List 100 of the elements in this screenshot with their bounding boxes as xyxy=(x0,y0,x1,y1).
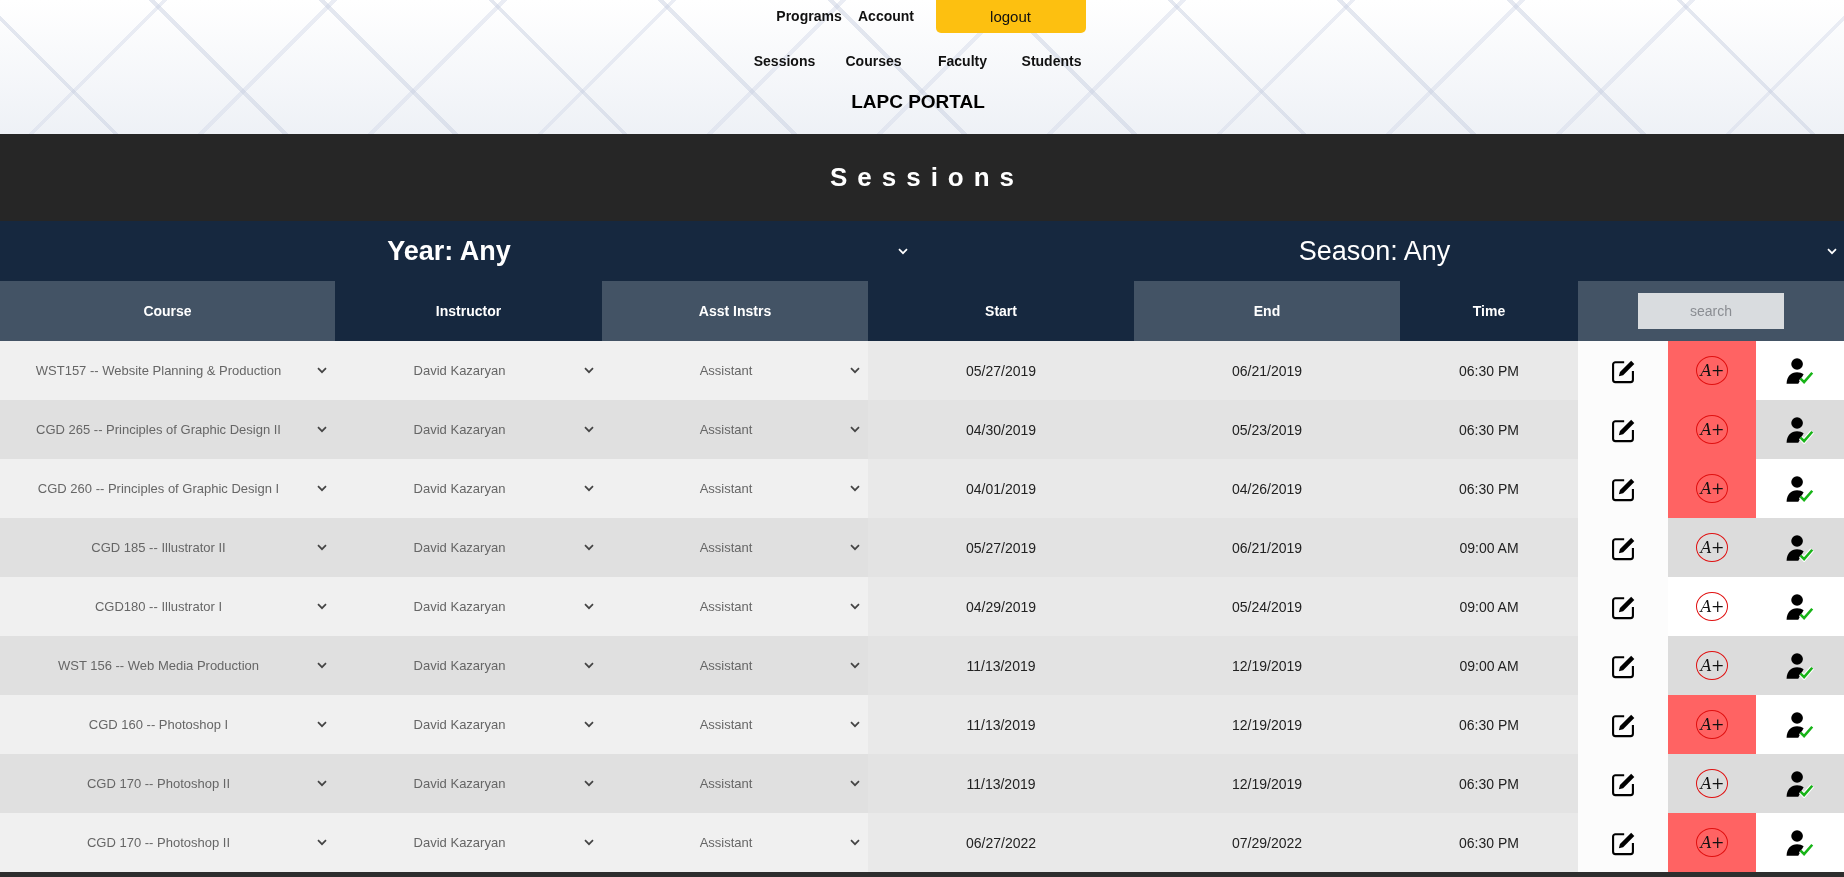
start-date-cell: 04/30/2019 xyxy=(868,400,1134,459)
chevron-down-icon xyxy=(584,485,594,492)
grade-button[interactable]: A+ xyxy=(1668,459,1756,518)
chevron-down-icon xyxy=(850,780,860,787)
course-select[interactable]: CGD 185 -- Illustrator II xyxy=(0,518,335,577)
chevron-down-icon xyxy=(584,662,594,669)
end-date-cell: 07/29/2022 xyxy=(1134,813,1400,872)
nav-link[interactable]: Programs xyxy=(770,0,848,33)
time-cell: 06:30 PM xyxy=(1400,754,1578,813)
chevron-down-icon xyxy=(317,426,327,433)
user-check-icon xyxy=(1786,769,1814,798)
column-header: End xyxy=(1134,281,1400,341)
course-select[interactable]: CGD 260 -- Principles of Graphic Design I xyxy=(0,459,335,518)
assistant-select[interactable]: Assistant xyxy=(602,518,868,577)
chevron-down-icon xyxy=(1827,247,1837,255)
nav-link[interactable]: Account xyxy=(847,0,925,33)
assistant-select[interactable]: Assistant xyxy=(602,577,868,636)
grade-button[interactable]: A+ xyxy=(1668,518,1756,577)
column-header: Start xyxy=(868,281,1134,341)
chevron-down-icon xyxy=(850,839,860,846)
start-date-cell: 11/13/2019 xyxy=(868,636,1134,695)
portal-title: LAPC PORTAL xyxy=(851,90,985,114)
chevron-down-icon xyxy=(584,426,594,433)
attendance-button[interactable] xyxy=(1756,754,1844,813)
instructor-select[interactable]: David Kazaryan xyxy=(335,577,602,636)
nav-link[interactable]: Sessions xyxy=(740,45,829,77)
chevron-down-icon xyxy=(850,485,860,492)
page-title: Sessions xyxy=(828,162,1025,193)
time-cell: 06:30 PM xyxy=(1400,341,1578,400)
assistant-select[interactable]: Assistant xyxy=(602,695,868,754)
course-select[interactable]: CGD 170 -- Photoshop II xyxy=(0,813,335,872)
instructor-select[interactable]: David Kazaryan xyxy=(335,636,602,695)
assistant-select[interactable]: Assistant xyxy=(602,754,868,813)
chevron-down-icon xyxy=(317,839,327,846)
attendance-button[interactable] xyxy=(1756,400,1844,459)
user-check-icon xyxy=(1786,828,1814,857)
instructor-select[interactable]: David Kazaryan xyxy=(335,813,602,872)
chevron-down-icon xyxy=(850,426,860,433)
start-date-cell: 06/27/2022 xyxy=(868,813,1134,872)
course-select[interactable]: WST157 -- Website Planning & Production xyxy=(0,341,335,400)
assistant-select[interactable]: Assistant xyxy=(602,459,868,518)
start-date-cell: 04/29/2019 xyxy=(868,577,1134,636)
chevron-down-icon xyxy=(850,662,860,669)
chevron-down-icon xyxy=(898,247,908,255)
grade-button[interactable]: A+ xyxy=(1668,754,1756,813)
year-filter[interactable]: Year: Any xyxy=(0,221,922,281)
assistant-select[interactable]: Assistant xyxy=(602,813,868,872)
time-cell: 09:00 AM xyxy=(1400,577,1578,636)
instructor-select[interactable]: David Kazaryan xyxy=(335,459,602,518)
end-date-cell: 05/24/2019 xyxy=(1134,577,1400,636)
grade-button[interactable]: A+ xyxy=(1668,400,1756,459)
chevron-down-icon xyxy=(317,662,327,669)
assistant-select[interactable]: Assistant xyxy=(602,636,868,695)
chevron-down-icon xyxy=(584,839,594,846)
user-check-icon xyxy=(1786,533,1814,562)
user-check-icon xyxy=(1786,356,1814,385)
start-date-cell: 04/01/2019 xyxy=(868,459,1134,518)
chevron-down-icon xyxy=(317,721,327,728)
nav-link[interactable]: Courses xyxy=(829,45,918,77)
course-select[interactable]: WST 156 -- Web Media Production xyxy=(0,636,335,695)
end-date-cell: 12/19/2019 xyxy=(1134,695,1400,754)
assistant-select[interactable]: Assistant xyxy=(602,400,868,459)
course-select[interactable]: CGD180 -- Illustrator I xyxy=(0,577,335,636)
chevron-down-icon xyxy=(850,367,860,374)
chevron-down-icon xyxy=(584,544,594,551)
grade-button[interactable]: A+ xyxy=(1668,636,1756,695)
chevron-down-icon xyxy=(584,780,594,787)
user-check-icon xyxy=(1786,474,1814,503)
instructor-select[interactable]: David Kazaryan xyxy=(335,518,602,577)
end-date-cell: 05/23/2019 xyxy=(1134,400,1400,459)
grade-button[interactable]: A+ xyxy=(1668,341,1756,400)
end-date-cell: 06/21/2019 xyxy=(1134,341,1400,400)
instructor-select[interactable]: David Kazaryan xyxy=(335,754,602,813)
nav-link[interactable]: Faculty xyxy=(918,45,1007,77)
chevron-down-icon xyxy=(317,367,327,374)
attendance-button[interactable] xyxy=(1756,636,1844,695)
assistant-select[interactable]: Assistant xyxy=(602,341,868,400)
grade-button[interactable]: A+ xyxy=(1668,813,1756,872)
chevron-down-icon xyxy=(850,603,860,610)
column-header: Instructor xyxy=(335,281,602,341)
user-check-icon xyxy=(1786,710,1814,739)
course-select[interactable]: CGD 170 -- Photoshop II xyxy=(0,754,335,813)
chevron-down-icon xyxy=(317,544,327,551)
instructor-select[interactable]: David Kazaryan xyxy=(335,695,602,754)
attendance-button[interactable] xyxy=(1756,518,1844,577)
instructor-select[interactable]: David Kazaryan xyxy=(335,341,602,400)
end-date-cell: 12/19/2019 xyxy=(1134,636,1400,695)
chevron-down-icon xyxy=(317,780,327,787)
end-date-cell: 04/26/2019 xyxy=(1134,459,1400,518)
search-field[interactable]: search xyxy=(1638,293,1784,329)
time-cell: 09:00 AM xyxy=(1400,518,1578,577)
instructor-select[interactable]: David Kazaryan xyxy=(335,400,602,459)
logout-button[interactable]: logout xyxy=(935,0,1086,33)
season-filter[interactable]: Season: Any xyxy=(922,221,1844,281)
grade-button[interactable]: A+ xyxy=(1668,695,1756,754)
end-date-cell: 06/21/2019 xyxy=(1134,518,1400,577)
course-select[interactable]: CGD 265 -- Principles of Graphic Design II xyxy=(0,400,335,459)
nav-link[interactable]: Students xyxy=(1007,45,1096,77)
start-date-cell: 11/13/2019 xyxy=(868,754,1134,813)
course-select[interactable]: CGD 160 -- Photoshop I xyxy=(0,695,335,754)
